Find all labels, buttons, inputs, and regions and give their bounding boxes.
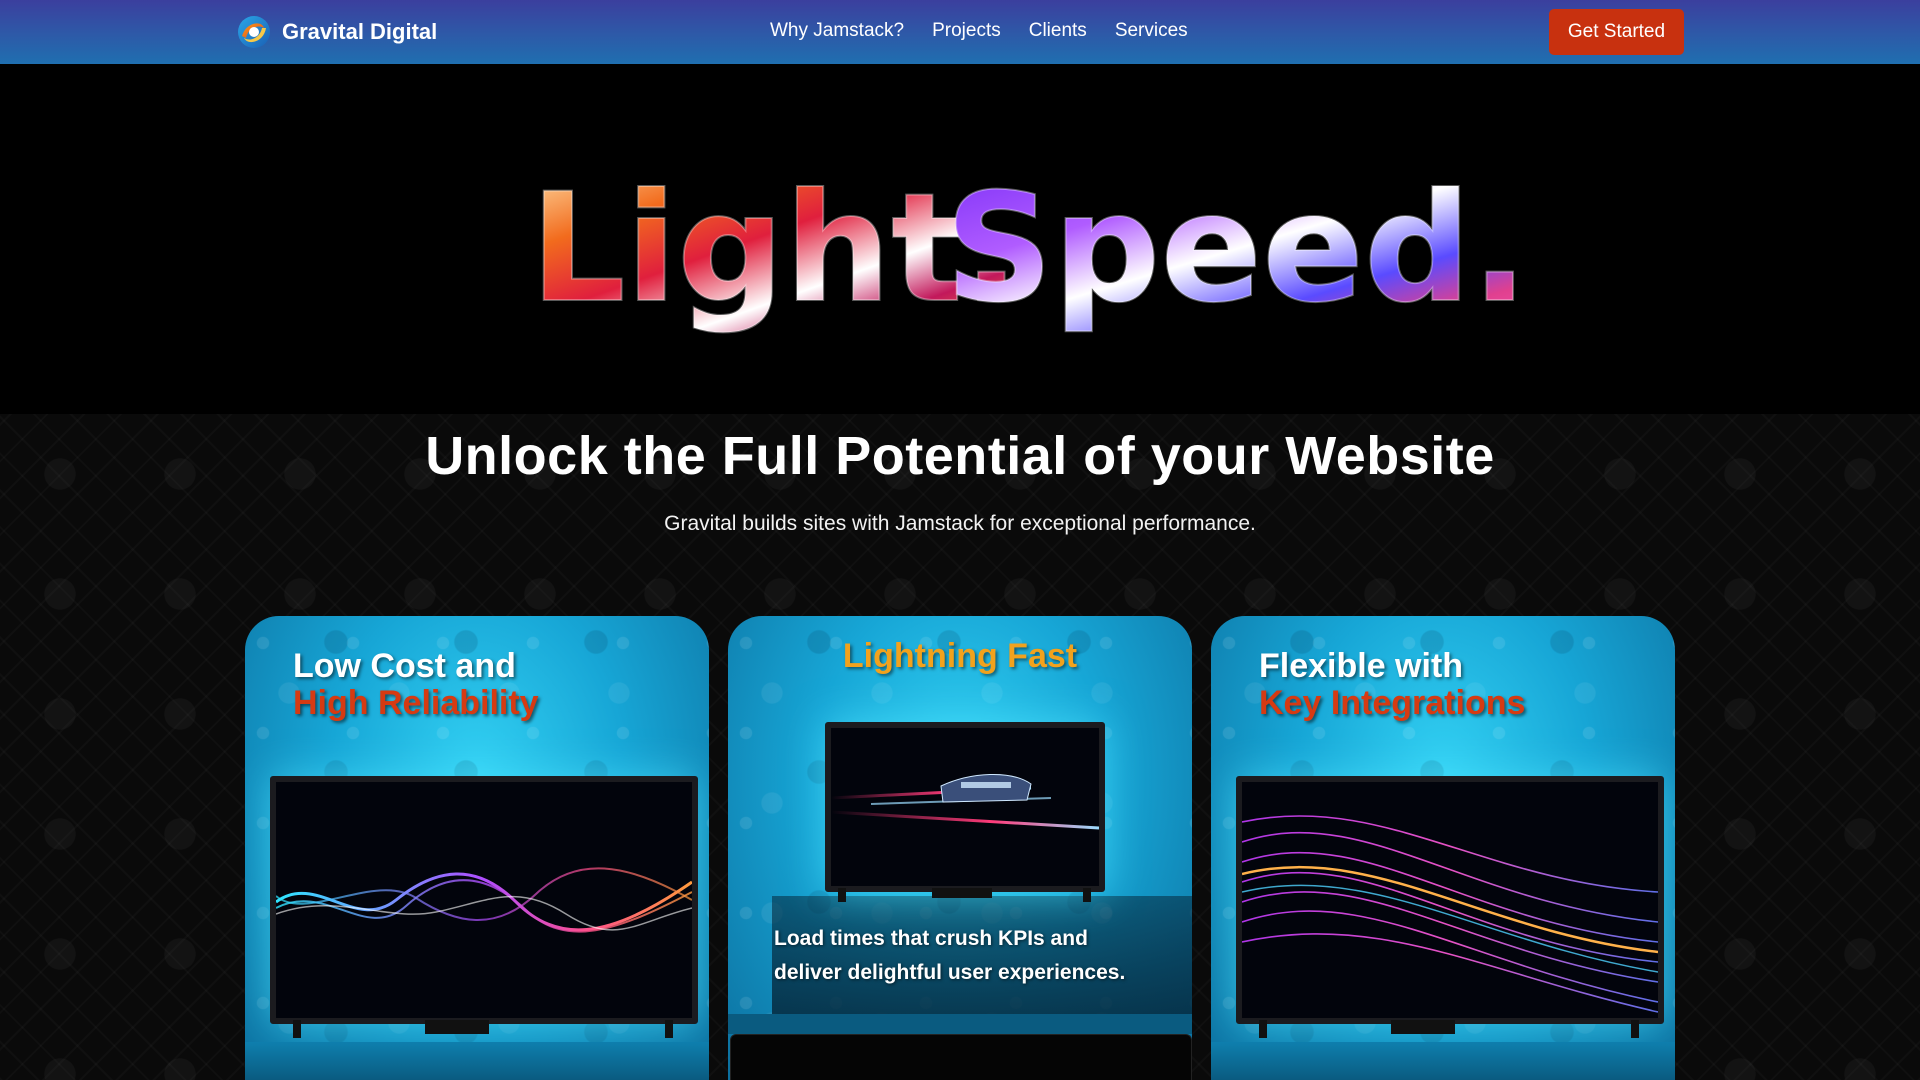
fiber-visual xyxy=(1242,815,1658,1013)
tv-screen-image xyxy=(1236,776,1664,1024)
tv-leg-right xyxy=(1083,888,1091,902)
train-visual xyxy=(831,774,1099,830)
nav-links: Why Jamstack? Projects Clients Services xyxy=(770,20,1188,42)
card-title: Flexible with Key Integrations xyxy=(1259,648,1525,722)
tv-leg-left xyxy=(293,1020,301,1038)
tv-screen-image xyxy=(270,776,698,1024)
tv-stand xyxy=(425,1020,489,1034)
card-floor xyxy=(245,1042,709,1080)
section-subhead: Gravital builds sites with Jamstack for … xyxy=(664,512,1256,535)
card-title: Lightning Fast xyxy=(728,638,1192,675)
feature-card-integrations[interactable]: Flexible with Key Integrations xyxy=(1211,616,1675,1080)
card-title-line2: Key Integrations xyxy=(1259,684,1526,722)
tv-screen-image xyxy=(825,722,1105,892)
feature-card-lightning-fast[interactable]: Lightning Fast Load times that crush KPI… xyxy=(728,616,1192,1080)
tv-leg-right xyxy=(665,1020,673,1038)
tv-stand xyxy=(932,888,992,898)
nav-link-services[interactable]: Services xyxy=(1115,20,1188,42)
nav-link-projects[interactable]: Projects xyxy=(932,20,1001,42)
card-floor xyxy=(1211,1042,1675,1080)
tv-leg-right xyxy=(1631,1020,1639,1038)
hero-headline: Light. Speed. xyxy=(529,161,1529,337)
card-floor xyxy=(728,1014,1192,1034)
brand-name: Gravital Digital xyxy=(282,19,438,44)
nav-link-clients[interactable]: Clients xyxy=(1029,20,1087,42)
card-title-line2: High Reliability xyxy=(293,684,539,722)
card-title-line1: Lightning Fast xyxy=(842,637,1078,675)
brand-link[interactable]: Gravital Digital xyxy=(236,12,437,52)
card-caption: Load times that crush KPIs and deliver d… xyxy=(774,927,1126,984)
card-title: Low Cost and High Reliability xyxy=(293,648,539,722)
card-title-line1: Low Cost and xyxy=(293,647,516,685)
section-headline: Unlock the Full Potential of your Websit… xyxy=(425,426,1495,486)
logo-icon xyxy=(238,16,270,48)
tv-stand xyxy=(1391,1020,1455,1034)
tv-leg-left xyxy=(1259,1020,1267,1038)
nav-link-why-jamstack[interactable]: Why Jamstack? xyxy=(770,20,904,42)
tv-leg-left xyxy=(838,888,846,902)
top-nav: Gravital Digital Why Jamstack? Projects … xyxy=(0,0,1920,64)
wave-visual xyxy=(276,867,692,933)
get-started-button[interactable]: Get Started xyxy=(1549,9,1684,55)
card-title-line1: Flexible with xyxy=(1259,647,1464,685)
hero-word-speed: Speed. xyxy=(945,162,1528,336)
feature-card-low-cost[interactable]: Low Cost and High Reliability xyxy=(245,616,709,1080)
next-card-peek xyxy=(730,1034,1192,1080)
